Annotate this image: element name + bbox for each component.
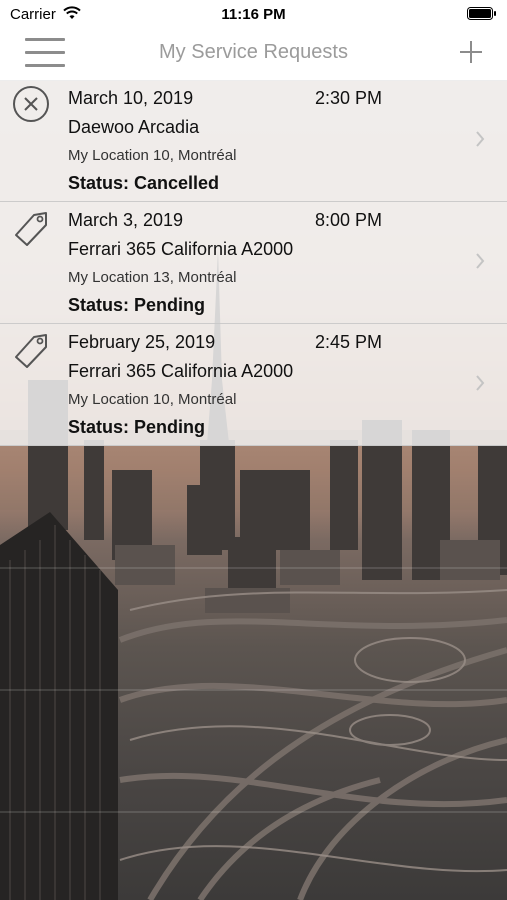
request-row[interactable]: March 10, 2019 2:30 PM Daewoo Arcadia My… xyxy=(0,80,507,202)
request-vehicle: Ferrari 365 California A2000 xyxy=(68,239,294,259)
chevron-right-icon xyxy=(475,252,485,270)
status-time: 11:16 PM xyxy=(221,6,286,23)
request-date: March 10, 2019 xyxy=(68,88,194,108)
request-location: My Location 13, Montréal xyxy=(68,269,237,286)
request-row[interactable]: February 25, 2019 2:45 PM Ferrari 365 Ca… xyxy=(0,324,507,446)
service-requests-list: March 10, 2019 2:30 PM Daewoo Arcadia My… xyxy=(0,80,507,446)
add-request-button[interactable] xyxy=(458,39,484,65)
request-time: 8:00 PM xyxy=(315,210,383,230)
status-bar: Carrier 11:16 PM xyxy=(0,0,507,28)
battery-icon xyxy=(467,7,497,20)
tag-icon xyxy=(12,329,52,369)
navigation-bar: My Service Requests xyxy=(0,28,507,81)
plus-icon xyxy=(460,41,482,63)
request-vehicle: Ferrari 365 California A2000 xyxy=(68,361,294,381)
tag-icon xyxy=(12,207,52,247)
request-date: March 3, 2019 xyxy=(68,210,184,230)
chevron-right-icon xyxy=(475,374,485,392)
page-title: My Service Requests xyxy=(159,41,348,63)
chevron-right-icon xyxy=(475,130,485,148)
cancel-circle-icon xyxy=(12,85,52,125)
hamburger-line xyxy=(25,64,65,67)
request-status: Status: Pending xyxy=(68,295,206,315)
request-vehicle: Daewoo Arcadia xyxy=(68,117,200,137)
request-status: Status: Cancelled xyxy=(68,173,220,193)
request-time: 2:45 PM xyxy=(315,332,383,352)
request-location: My Location 10, Montréal xyxy=(68,391,237,408)
request-status: Status: Pending xyxy=(68,417,206,437)
request-location: My Location 10, Montréal xyxy=(68,147,237,164)
request-date: February 25, 2019 xyxy=(68,332,216,352)
request-row[interactable]: March 3, 2019 8:00 PM Ferrari 365 Califo… xyxy=(0,202,507,324)
request-time: 2:30 PM xyxy=(315,88,383,108)
